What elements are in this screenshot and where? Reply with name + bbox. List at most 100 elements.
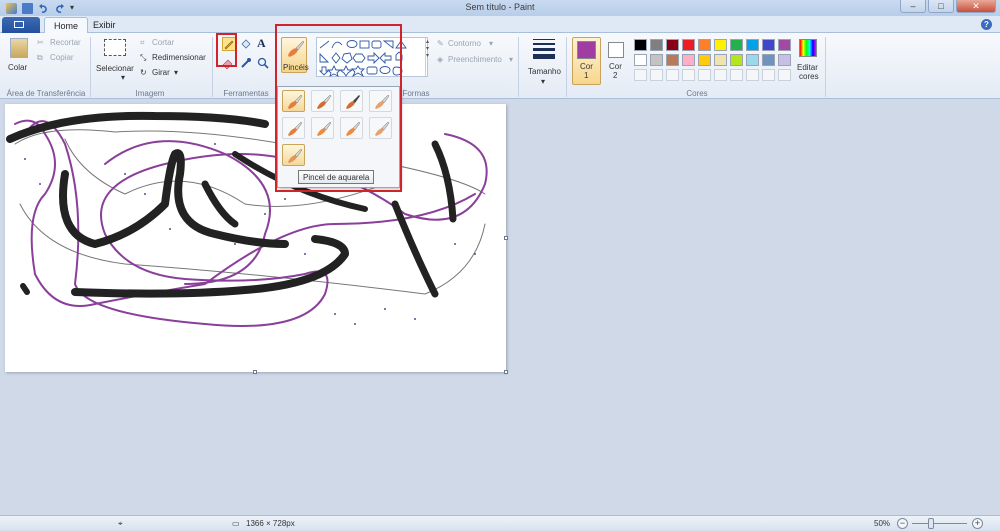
palette-swatch[interactable] xyxy=(698,54,711,66)
crop-button[interactable]: Cortar xyxy=(152,38,174,47)
select-dropdown-icon[interactable]: ▾ xyxy=(121,73,125,82)
drawing-canvas[interactable] xyxy=(5,104,506,372)
text-tool[interactable]: A xyxy=(257,36,266,51)
image-group-label: Imagem xyxy=(135,89,165,98)
palette-swatch[interactable] xyxy=(666,54,679,66)
window-title: Sem título - Paint xyxy=(465,2,535,12)
edit-colors-button[interactable]: Editar xyxy=(797,63,818,72)
magnifier-icon xyxy=(257,57,269,69)
palette-swatch[interactable] xyxy=(698,69,711,81)
palette-swatch[interactable] xyxy=(682,54,695,66)
copy-button[interactable]: Copiar xyxy=(50,53,74,62)
canvas-size-icon: ▭ xyxy=(232,519,240,528)
palette-swatch[interactable] xyxy=(682,39,695,51)
palette-swatch[interactable] xyxy=(714,69,727,81)
palette-swatch[interactable] xyxy=(650,69,663,81)
rotate-icon: ↻ xyxy=(140,68,147,77)
palette-swatch[interactable] xyxy=(634,69,647,81)
palette-swatch[interactable] xyxy=(762,69,775,81)
magnifier-tool[interactable] xyxy=(257,57,269,69)
cut-button[interactable]: Recortar xyxy=(50,38,81,47)
size-icon[interactable] xyxy=(533,39,555,61)
maximize-button[interactable]: □ xyxy=(928,0,954,13)
palette-swatch[interactable] xyxy=(746,54,759,66)
select-button[interactable]: Selecionar xyxy=(96,64,134,73)
close-icon: ✕ xyxy=(972,1,980,11)
outline-icon: ✎ xyxy=(437,39,444,48)
highlight-pencil-tool xyxy=(216,33,237,67)
clipboard-group-label: Área de Transferência xyxy=(6,89,86,98)
color1-button[interactable]: Cor 1 xyxy=(572,37,601,85)
color1-number: 1 xyxy=(584,71,589,80)
tab-home[interactable]: Home xyxy=(44,17,89,34)
canvas-resize-handle-corner[interactable] xyxy=(504,370,508,374)
close-button[interactable]: ✕ xyxy=(956,0,996,13)
maximize-icon: □ xyxy=(938,1,944,11)
color2-button[interactable]: Cor 2 xyxy=(605,37,631,85)
fill-tool[interactable] xyxy=(240,38,252,50)
shapes-scroll[interactable]: ▴ ▾ ▾ xyxy=(425,38,432,76)
edit-colors-icon[interactable] xyxy=(799,39,817,57)
eyedropper-icon xyxy=(241,58,251,68)
minimize-button[interactable]: – xyxy=(900,0,926,13)
palette-swatch[interactable] xyxy=(778,69,791,81)
minimize-icon: – xyxy=(910,1,916,11)
palette-swatch[interactable] xyxy=(746,39,759,51)
divider xyxy=(212,37,213,97)
palette-swatch[interactable] xyxy=(730,54,743,66)
help-icon[interactable]: ? xyxy=(981,19,992,30)
zoom-in-button[interactable]: + xyxy=(972,518,983,529)
outline-dropdown-icon: ▾ xyxy=(489,39,494,48)
cursor-position-icon: ⌖ xyxy=(118,519,123,528)
paint-menu-button[interactable] xyxy=(2,17,40,33)
size-button[interactable]: Tamanho xyxy=(528,67,561,76)
rotate-button[interactable]: Girar xyxy=(152,68,170,77)
zoom-out-button[interactable]: − xyxy=(897,518,908,529)
color-picker-tool[interactable] xyxy=(240,57,252,69)
canvas-resize-handle-right[interactable] xyxy=(504,236,508,240)
zoom-slider-track[interactable] xyxy=(912,523,967,524)
canvas-resize-handle-bottom[interactable] xyxy=(253,370,257,374)
color2-label: Cor xyxy=(609,62,622,71)
palette-swatch[interactable] xyxy=(634,39,647,51)
palette-swatch[interactable] xyxy=(682,69,695,81)
palette-swatch[interactable] xyxy=(666,39,679,51)
palette-swatch[interactable] xyxy=(698,39,711,51)
palette-swatch[interactable] xyxy=(746,69,759,81)
palette-swatch[interactable] xyxy=(650,54,663,66)
palette-swatch[interactable] xyxy=(714,54,727,66)
palette-swatch[interactable] xyxy=(714,39,727,51)
crop-icon: ⌗ xyxy=(140,38,145,47)
highlight-brushes xyxy=(275,24,402,192)
canvas-dimensions: 1366 × 728px xyxy=(246,519,295,528)
drawing-strokes xyxy=(6,111,488,327)
palette-swatch[interactable] xyxy=(778,54,791,66)
fill-button[interactable]: Preenchimento xyxy=(448,55,502,64)
select-icon[interactable] xyxy=(104,39,126,56)
color1-label: Cor xyxy=(580,62,593,71)
shapes-group-label: Formas xyxy=(402,89,430,98)
paste-icon[interactable] xyxy=(10,38,28,58)
color2-swatch xyxy=(608,42,624,58)
palette-swatch[interactable] xyxy=(730,69,743,81)
palette-swatch[interactable] xyxy=(762,54,775,66)
paste-button[interactable]: Colar xyxy=(8,63,27,72)
palette-swatch[interactable] xyxy=(634,54,647,66)
status-bar: ⌖ ▭ 1366 × 728px 50% − + xyxy=(0,515,1000,531)
outline-button[interactable]: Contorno xyxy=(448,39,481,48)
palette-swatch[interactable] xyxy=(666,69,679,81)
cut-icon: ✂ xyxy=(37,38,44,47)
rotate-dropdown-icon[interactable]: ▾ xyxy=(174,68,178,77)
divider xyxy=(566,37,567,97)
palette-swatch[interactable] xyxy=(650,39,663,51)
palette-swatch[interactable] xyxy=(778,39,791,51)
zoom-slider-thumb[interactable] xyxy=(928,518,934,529)
paint-menu-icon xyxy=(14,21,24,28)
palette-swatch[interactable] xyxy=(730,39,743,51)
zoom-level: 50% xyxy=(874,519,891,528)
copy-icon: ⧉ xyxy=(37,53,43,62)
palette-swatch[interactable] xyxy=(762,39,775,51)
resize-button[interactable]: Redimensionar xyxy=(152,53,206,62)
tab-view[interactable]: Exibir xyxy=(84,17,125,34)
color2-number: 2 xyxy=(613,71,618,80)
